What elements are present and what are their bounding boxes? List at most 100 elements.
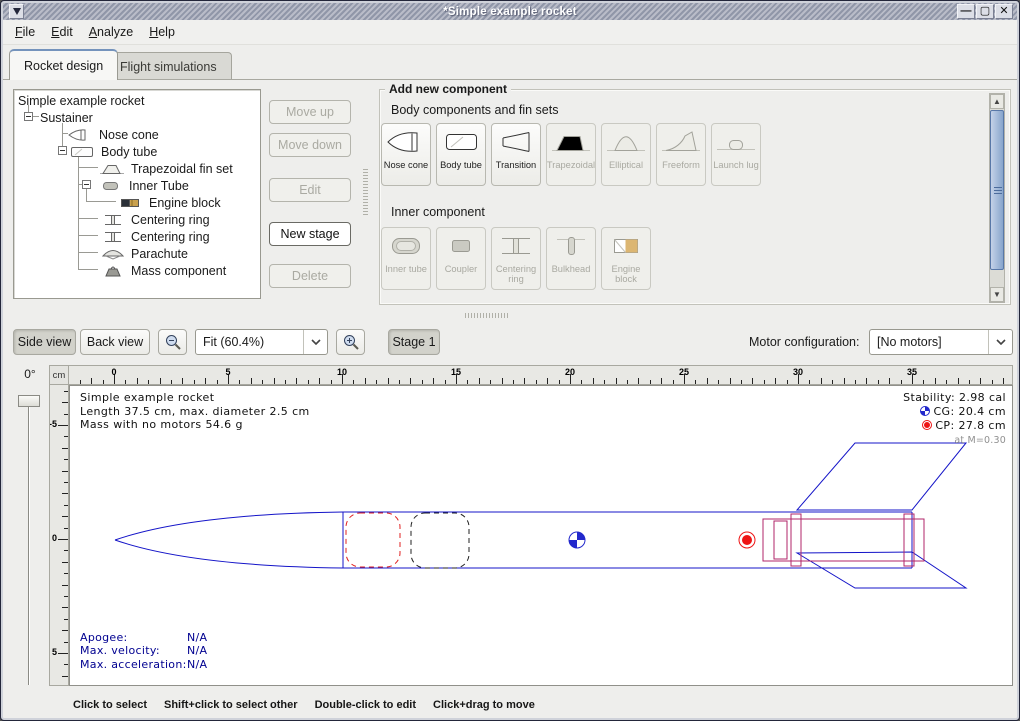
close-button[interactable]: ✕ — [995, 4, 1013, 19]
rotation-slider-handle[interactable] — [18, 395, 40, 407]
svg-text:5: 5 — [52, 647, 57, 657]
stage-1-toggle[interactable]: Stage 1 — [388, 329, 440, 355]
svg-text:0: 0 — [111, 367, 116, 377]
title-bar[interactable]: *Simple example rocket — ▢ ✕ — [3, 3, 1017, 20]
cp-marker — [739, 532, 755, 548]
menu-file[interactable]: File — [7, 22, 43, 42]
svg-text:5: 5 — [225, 367, 230, 377]
maximize-button[interactable]: ▢ — [976, 4, 994, 19]
magnifier-minus-icon — [164, 333, 182, 351]
tree-guide-line — [33, 116, 39, 117]
new-stage-button[interactable]: New stage — [269, 222, 351, 246]
tree-item-nose-cone[interactable]: Nose cone — [68, 126, 159, 143]
rocket-body-outline — [115, 443, 966, 588]
mass-component-outline — [411, 513, 469, 568]
tree-item-centering-ring-1[interactable]: Centering ring — [100, 211, 210, 228]
menu-bar: File Edit Analyze Help — [3, 20, 1017, 45]
tree-guide-line — [62, 123, 63, 146]
back-view-button[interactable]: Back view — [80, 329, 150, 355]
magnifier-plus-icon — [342, 333, 360, 351]
collapse-handle-inner-tube[interactable] — [82, 180, 91, 189]
tab-row: Rocket design Flight simulations — [3, 45, 1017, 79]
rocket-figure-canvas[interactable]: Simple example rocket Length 37.5 cm, ma… — [69, 385, 1013, 686]
minimize-button[interactable]: — — [957, 4, 975, 19]
component-button-coupler[interactable]: Coupler — [436, 227, 486, 290]
component-button-body-tube[interactable]: Body tube — [436, 123, 486, 186]
add-component-scrollbar[interactable]: ▲ ▼ — [989, 93, 1005, 303]
vertical-ruler: -505 — [49, 385, 69, 686]
tree-item-parachute[interactable]: Parachute — [100, 245, 188, 262]
scroll-up-button[interactable]: ▲ — [990, 94, 1004, 109]
zoom-out-button[interactable] — [158, 329, 187, 355]
component-button-inner-tube[interactable]: Inner tube — [381, 227, 431, 290]
component-button-freeform[interactable]: Freeform — [656, 123, 706, 186]
tree-item-rocket[interactable]: Simple example rocket — [18, 92, 144, 109]
tree-guide-line — [78, 235, 98, 236]
menu-edit[interactable]: Edit — [43, 22, 81, 42]
menu-analyze[interactable]: Analyze — [81, 22, 141, 42]
component-tree[interactable]: Simple example rocket Sustainer Nose con… — [13, 89, 261, 299]
parachute-icon — [100, 247, 126, 261]
motor-configuration-label: Motor configuration: — [749, 329, 859, 355]
scrollbar-thumb[interactable] — [990, 110, 1004, 270]
tree-item-fin-set[interactable]: Trapezoidal fin set — [100, 160, 233, 177]
svg-text:15: 15 — [451, 367, 461, 377]
zoom-select[interactable]: Fit (60.4%) — [195, 329, 328, 355]
cg-value: CG: 20.4 cm — [933, 405, 1006, 418]
inner-component-label: Inner component — [391, 205, 485, 219]
component-button-launch-lug[interactable]: Launch lug — [711, 123, 761, 186]
vertical-splitter-handle[interactable] — [363, 169, 368, 217]
menu-help[interactable]: Help — [141, 22, 183, 42]
tree-item-inner-tube[interactable]: Inner Tube — [98, 177, 189, 194]
side-view-button[interactable]: Side view — [13, 329, 76, 355]
status-bar: Click to select Shift+click to select ot… — [3, 692, 1017, 718]
edit-button[interactable]: Edit — [269, 178, 351, 202]
rotation-slider[interactable] — [28, 397, 30, 685]
svg-text:0: 0 — [52, 533, 57, 543]
tree-item-centering-ring-2[interactable]: Centering ring — [100, 228, 210, 245]
hint-click-drag: Click+drag to move — [433, 699, 535, 711]
component-button-centering-ring[interactable]: Centering ring — [491, 227, 541, 290]
body-tube-icon — [437, 124, 485, 160]
tab-rocket-design[interactable]: Rocket design — [9, 49, 118, 80]
tree-guide-line — [86, 201, 116, 202]
transition-icon — [492, 124, 540, 160]
cp-legend-icon — [922, 420, 932, 434]
inner-tube-icon — [382, 228, 430, 264]
tree-item-mass-component[interactable]: Mass component — [100, 262, 226, 279]
flight-data-summary: Apogee:N/A Max. velocity:N/A Max. accele… — [80, 631, 207, 672]
horizontal-splitter-handle[interactable] — [465, 313, 509, 318]
move-down-button[interactable]: Move down — [269, 133, 351, 157]
tab-separator — [3, 79, 1017, 80]
component-button-bulkhead[interactable]: Bulkhead — [546, 227, 596, 290]
nose-cone-icon — [68, 128, 94, 142]
tree-guide-line — [78, 167, 98, 168]
upper-fin — [797, 443, 966, 510]
chevron-down-icon — [303, 330, 327, 354]
rocket-info-text: Simple example rocket Length 37.5 cm, ma… — [80, 391, 310, 432]
motor-configuration-select[interactable]: [No motors] — [869, 329, 1013, 355]
tab-flight-simulations[interactable]: Flight simulations — [105, 52, 232, 80]
tree-guide-line — [78, 269, 98, 270]
stability-info: Stability: 2.98 cal CG: 20.4 cm CP: 27.8… — [903, 391, 1006, 447]
scroll-down-button[interactable]: ▼ — [990, 287, 1004, 302]
trapezoidal-fin-icon — [547, 124, 595, 160]
component-button-transition[interactable]: Transition — [491, 123, 541, 186]
delete-button[interactable]: Delete — [269, 264, 351, 288]
tree-item-engine-block[interactable]: Engine block — [118, 194, 221, 211]
collapse-handle-body-tube[interactable] — [58, 146, 67, 155]
tree-item-body-tube[interactable]: Body tube — [70, 143, 157, 160]
lower-fin — [797, 552, 966, 588]
move-up-button[interactable]: Move up — [269, 100, 351, 124]
openrocket-window: *Simple example rocket — ▢ ✕ File Edit A… — [0, 0, 1020, 721]
component-button-nose-cone[interactable]: Nose cone — [381, 123, 431, 186]
body-components-label: Body components and fin sets — [391, 103, 558, 117]
component-button-elliptical[interactable]: Elliptical — [601, 123, 651, 186]
svg-text:30: 30 — [793, 367, 803, 377]
component-button-trapezoidal[interactable]: Trapezoidal — [546, 123, 596, 186]
centering-ring-icon — [492, 228, 540, 264]
zoom-in-button[interactable] — [336, 329, 365, 355]
collapse-handle-sustainer[interactable] — [24, 112, 33, 121]
tree-item-sustainer[interactable]: Sustainer — [40, 109, 93, 126]
component-button-engine-block[interactable]: Engine block — [601, 227, 651, 290]
